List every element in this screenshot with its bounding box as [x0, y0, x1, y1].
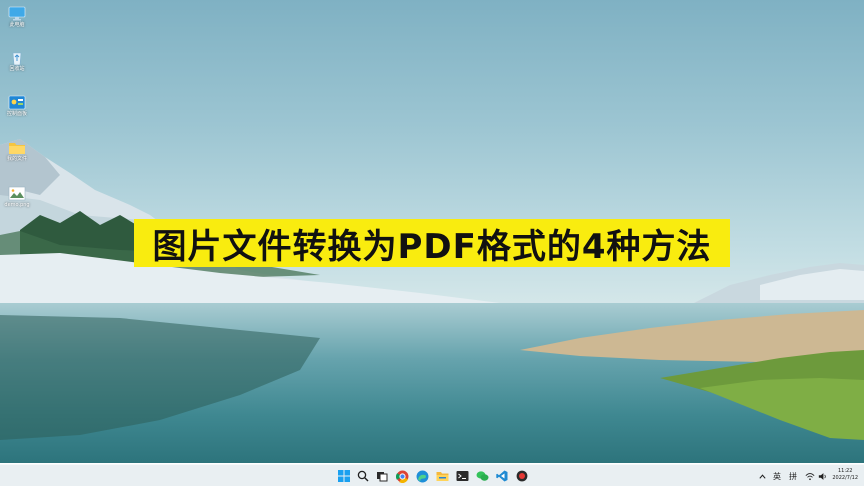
desktop-icon-recycle-bin[interactable]: 回收站: [3, 50, 31, 72]
edge-button[interactable]: [415, 469, 429, 483]
search-button[interactable]: [356, 469, 370, 483]
wallpaper-grassland: [0, 310, 864, 440]
desktop-icon-label: 我的文件: [6, 156, 27, 162]
desktop-icon-demo-png[interactable]: demo.png: [3, 186, 31, 208]
recorder-icon: [516, 470, 528, 482]
recorder-button[interactable]: [515, 469, 529, 483]
start-button[interactable]: [337, 469, 351, 483]
desktop-icon-label: 控制面板: [6, 111, 27, 117]
desktop-icon-label: demo.png: [4, 202, 30, 208]
wechat-button[interactable]: [475, 469, 489, 483]
recycle-bin-icon: [12, 52, 22, 66]
vscode-icon: [496, 470, 508, 482]
search-icon: [357, 470, 369, 482]
folder-icon: [9, 143, 25, 154]
wifi-icon[interactable]: [805, 472, 815, 481]
chevron-up-icon[interactable]: [758, 472, 767, 481]
windows-start-icon: [338, 470, 350, 482]
taskbar-clock[interactable]: 11:22 2022/7/12: [832, 468, 858, 482]
system-tray: 英 拼: [758, 465, 828, 486]
image-file-icon: [8, 186, 26, 201]
file-explorer-button[interactable]: [435, 469, 449, 483]
desktop-icon-label: 此电脑: [9, 22, 25, 28]
task-view-button[interactable]: [375, 469, 389, 483]
clock-time: 11:22: [837, 468, 853, 474]
file-explorer-icon: [436, 472, 448, 481]
taskbar: 英 拼 11:22 2022/7/12: [0, 464, 864, 486]
terminal-button[interactable]: [455, 469, 469, 483]
title-banner: 图片文件转换为PDF格式的4种方法: [134, 219, 730, 267]
volume-icon[interactable]: [818, 472, 828, 481]
chrome-icon: [395, 470, 408, 483]
ime-language-indicator[interactable]: 英: [773, 471, 781, 482]
edge-icon: [416, 470, 428, 482]
desktop-icon-label: 回收站: [9, 66, 25, 72]
chrome-button[interactable]: [395, 469, 409, 483]
control-panel-icon: [8, 95, 26, 110]
clock-date: 2022/7/12: [832, 475, 858, 481]
banner-title: 图片文件转换为PDF格式的4种方法: [152, 226, 712, 267]
wechat-icon: [476, 471, 488, 481]
ime-mode-indicator[interactable]: 拼: [789, 471, 797, 482]
desktop: 此电脑 回收站 控制面板 我的文件 demo.png 图片文件转换为PDF格式的…: [0, 0, 864, 486]
computer-icon: [8, 6, 26, 21]
desktop-icon-folder[interactable]: 我的文件: [3, 140, 31, 162]
task-view-icon: [377, 472, 388, 482]
desktop-icon-control-panel[interactable]: 控制面板: [3, 95, 31, 117]
terminal-icon: [456, 471, 468, 481]
desktop-icon-this-pc[interactable]: 此电脑: [3, 6, 31, 28]
vscode-button[interactable]: [495, 469, 509, 483]
